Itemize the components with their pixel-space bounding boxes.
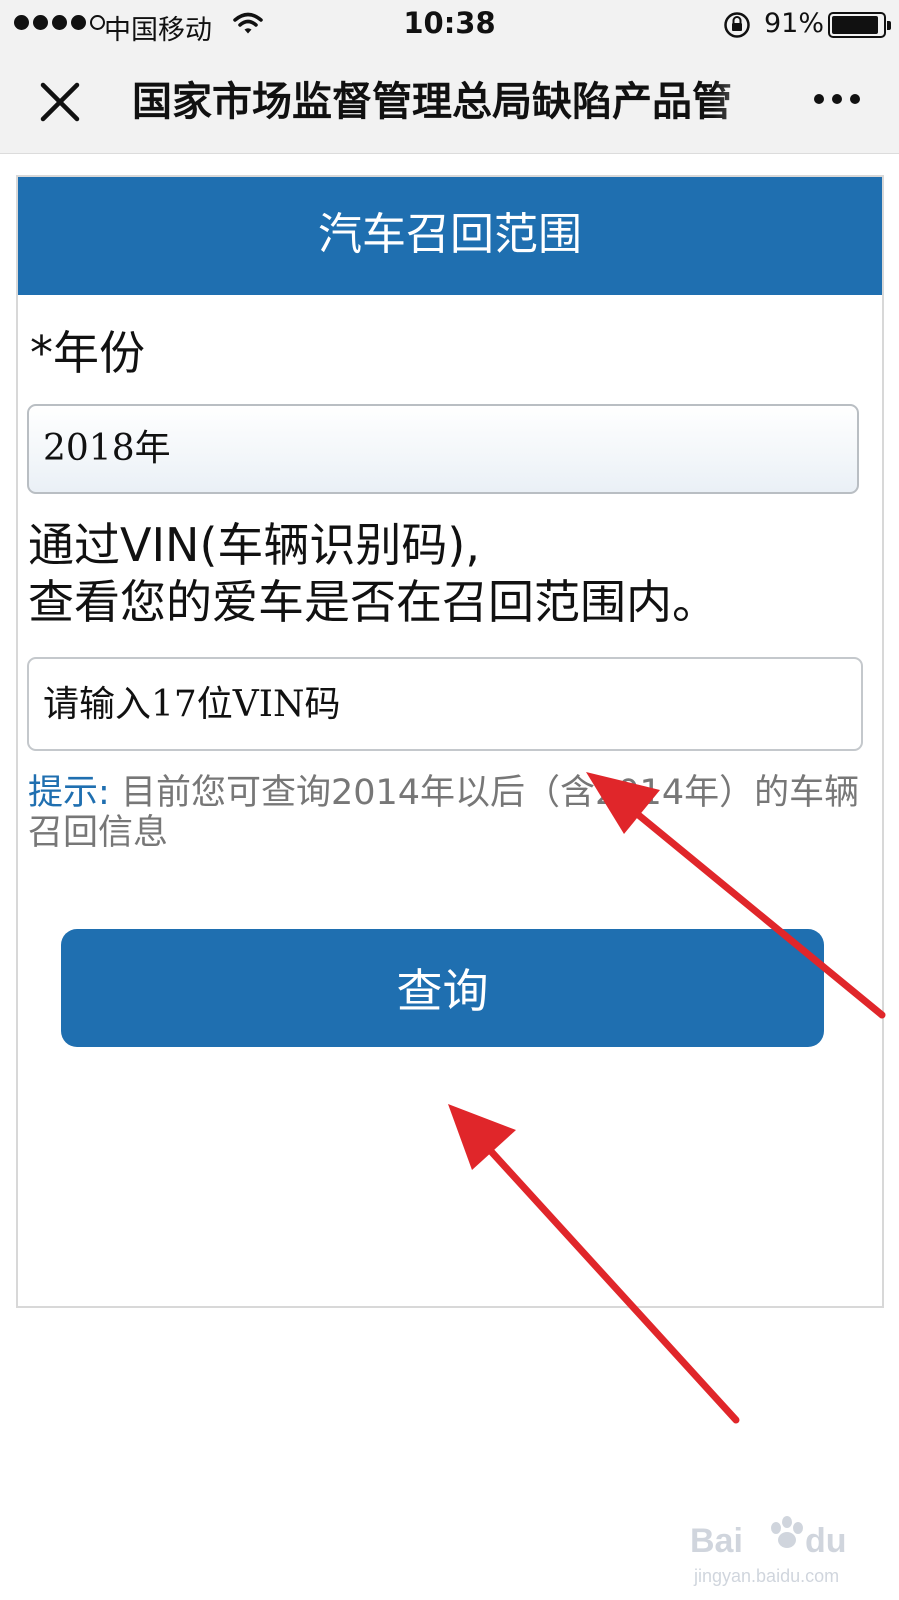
nav-bar: 国家市场监督管理总局缺陷产品管: [0, 50, 899, 154]
battery-percent: 91%: [764, 8, 825, 39]
vin-intro-text: 通过VIN(车辆识别码), 查看您的爱车是否在召回范围内。: [28, 517, 878, 631]
baidu-jingyan-watermark: Bai du jingyan.baidu.com: [690, 1516, 847, 1586]
svg-text:du: du: [805, 1522, 847, 1560]
more-dot: [850, 94, 860, 104]
hint-text: 提示: 目前您可查询2014年以后（含2014年）的车辆召回信息: [28, 773, 873, 853]
svg-text:Bai: Bai: [690, 1522, 743, 1560]
more-dot: [832, 94, 842, 104]
svg-text:jingyan.baidu.com: jingyan.baidu.com: [693, 1566, 839, 1586]
status-bar: 中国移动 10:38 91%: [0, 0, 899, 50]
orientation-lock-icon: [724, 12, 750, 38]
more-icon[interactable]: [814, 94, 860, 104]
vin-input[interactable]: [27, 657, 863, 751]
hint-label: 提示:: [28, 773, 110, 813]
query-button[interactable]: 查询: [61, 929, 824, 1047]
battery-icon: [828, 12, 891, 38]
card-header: 汽车召回范围: [18, 177, 882, 295]
recall-card: 汽车召回范围 *年份 2018年 通过VIN(车辆识别码), 查看您的爱车是否在…: [16, 175, 884, 1308]
more-dot: [814, 94, 824, 104]
vin-intro-line-2: 查看您的爱车是否在召回范围内。: [28, 575, 718, 629]
hint-body: 目前您可查询2014年以后（含2014年）的车辆召回信息: [28, 773, 860, 853]
battery-cap: [887, 21, 891, 30]
year-label: *年份: [30, 326, 145, 380]
year-select[interactable]: 2018年: [27, 404, 859, 494]
vin-intro-line-1: 通过VIN(车辆识别码),: [28, 518, 480, 572]
close-icon[interactable]: [38, 80, 82, 124]
battery-fill: [832, 16, 878, 34]
page-title: 国家市场监督管理总局缺陷产品管: [132, 79, 732, 125]
